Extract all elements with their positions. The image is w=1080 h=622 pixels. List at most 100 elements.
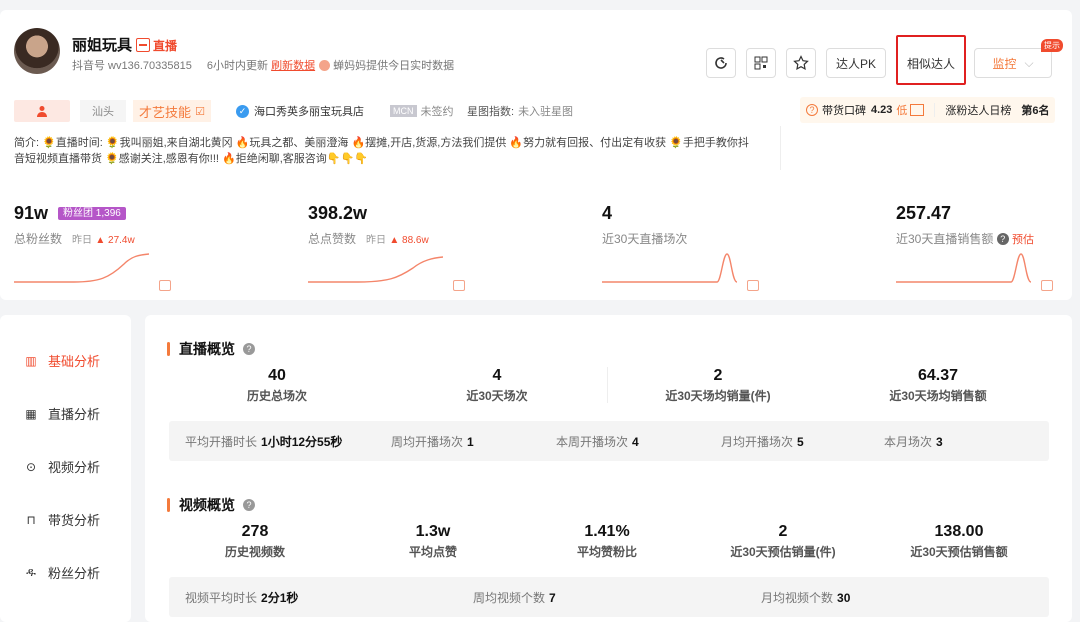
kpi-value: 138.00: [934, 523, 984, 540]
rank-value: 第6名: [1021, 105, 1050, 117]
sidebar-item-fans[interactable]: ዱ 粉丝分析: [24, 563, 100, 582]
fans-sparkline: [14, 253, 149, 283]
kpi-label: 近30天预估销量(件): [730, 545, 836, 559]
question-icon: ?: [806, 104, 818, 116]
sidebar-item-video[interactable]: ⊙ 视频分析: [24, 457, 100, 476]
live-overview-title: 直播概览?: [167, 339, 255, 359]
star-icon[interactable]: [786, 48, 816, 78]
divider: [934, 103, 936, 117]
intro-line-1: 简介: 🌻直播时间: 🌻我叫丽姐,来自湖北黄冈 🔥玩具之都、美丽澄海 🔥摆摊,开…: [14, 137, 749, 149]
video-detail-bar: 视频平均时长 2分1秒 周均视频个数 7 月均视频个数 30: [169, 577, 1049, 617]
kpi-value: 2: [778, 523, 788, 540]
mcn-tag: MCN 未签约: [390, 100, 454, 122]
yesterday-label: 昨日: [72, 235, 93, 246]
mcn-status: 未签约: [420, 106, 454, 118]
provider-icon: [319, 60, 331, 71]
trend-icon[interactable]: [159, 280, 171, 291]
divider: [607, 367, 608, 403]
yesterday-label: 昨日: [366, 235, 387, 246]
qrcode-icon[interactable]: [746, 48, 776, 78]
question-icon[interactable]: ?: [243, 499, 255, 511]
verified-icon: ✓: [236, 104, 249, 118]
question-icon[interactable]: ?: [996, 233, 1009, 245]
stat-likes-label: 总点赞数: [308, 232, 357, 246]
detail-value: 7: [549, 590, 556, 605]
shop-tag[interactable]: ✓ 海口秀英多丽宝玩具店: [236, 100, 364, 122]
trend-icon[interactable]: [1041, 280, 1053, 291]
refresh-data-link[interactable]: 刷新数据: [271, 60, 315, 72]
kpi-label: 近30天预估销售额: [910, 545, 1008, 559]
live-count-sparkline: [602, 253, 737, 283]
detail-value: 2分1秒: [261, 590, 299, 605]
video-kpi-avg-likes: 1.3w 平均点赞: [363, 523, 503, 560]
video-overview-title: 视频概览?: [167, 495, 255, 515]
provider-text: 蝉妈妈提供今日实时数据: [333, 60, 455, 72]
edit-icon: ☑: [195, 105, 205, 118]
kpi-label: 近30天场均销量(件): [665, 389, 771, 403]
kpi-label: 平均点赞: [408, 545, 457, 559]
video-kpi-total: 278 历史视频数: [185, 523, 325, 560]
likes-sparkline: [308, 256, 443, 283]
detail-value: 4: [632, 434, 639, 449]
sidebar-item-sales[interactable]: ⊓ 带货分析: [24, 510, 100, 529]
detail-label: 月均视频个数: [761, 590, 834, 605]
detail-value: 3: [936, 434, 943, 449]
monitor-button[interactable]: 监控 ⌵: [974, 48, 1052, 78]
user-icon: [14, 100, 70, 122]
kpi-value: 4: [492, 367, 502, 384]
talent-tag[interactable]: 才艺技能 ☑: [133, 100, 211, 122]
detail-label: 周均开播场次: [391, 434, 464, 449]
refresh-icon[interactable]: [706, 48, 736, 78]
star-index: 星图指数: 未入驻星图: [467, 100, 573, 122]
live-overview-title-text: 直播概览: [179, 341, 235, 357]
chevron-down-icon: ⌵: [1024, 55, 1034, 70]
detail-item: 月均开播场次 5: [721, 433, 804, 450]
stat-fans-label: 总粉丝数: [14, 232, 63, 246]
live-kpi-30d: 4 近30天场次: [417, 367, 577, 404]
detail-value: 30: [837, 590, 851, 605]
trend-icon[interactable]: [453, 280, 465, 291]
stat-likes-value: 398.2w: [308, 203, 368, 223]
talent-label: 才艺技能: [139, 104, 192, 120]
update-text: 6小时内更新: [206, 60, 269, 72]
pk-button[interactable]: 达人PK: [826, 48, 886, 78]
play-icon: ⊙: [25, 459, 37, 474]
stat-live-count: 4 近30天直播场次: [602, 203, 687, 247]
city-tag: 汕头: [80, 100, 126, 122]
fans-club-badge[interactable]: 粉丝团 1,396: [58, 207, 126, 220]
detail-item: 本月场次 3: [884, 433, 943, 450]
video-kpi-volume: 2 近30天预估销量(件): [713, 523, 853, 560]
trend-icon[interactable]: [747, 280, 759, 291]
detail-value: 1小时12分55秒: [261, 434, 343, 449]
sidebar-item-label: 粉丝分析: [48, 566, 101, 581]
detail-item: 月均视频个数 30: [761, 589, 850, 606]
trend-chart-icon[interactable]: [910, 104, 925, 116]
live-kpi-avg-sales: 64.37 近30天场均销售额: [858, 367, 1018, 404]
sidebar-item-live[interactable]: ▦ 直播分析: [24, 404, 100, 423]
video-kpi-like-fan-ratio: 1.41% 平均赞粉比: [537, 523, 677, 560]
live-detail-bar: 平均开播时长 1小时12分55秒 周均开播场次 1 本周开播场次 4 月均开播场次 5 …: [169, 421, 1049, 461]
sidebar-item-label: 直播分析: [48, 407, 101, 422]
video-kpi-sales: 138.00 近30天预估销售额: [889, 523, 1029, 560]
question-icon[interactable]: ?: [243, 343, 255, 355]
highlight-box: [896, 35, 966, 85]
detail-label: 月均开播场次: [721, 434, 794, 449]
analysis-panel: 直播概览? 40 历史总场次 4 近30天场次 2 近30天场均销量(件) 64…: [145, 315, 1072, 622]
sidebar: ▥ 基础分析 ▦ 直播分析 ⊙ 视频分析 ⊓ 带货分析 ዱ 粉丝分析: [0, 315, 131, 622]
monitor-label: 监控: [992, 56, 1017, 71]
shop-badge-icon: [136, 38, 151, 52]
account-id: 抖音号 wv136.70335815: [72, 60, 192, 72]
reputation-label: 带货口碑: [822, 105, 866, 117]
detail-label: 本月场次: [884, 434, 933, 449]
kpi-label: 平均赞粉比: [576, 545, 637, 559]
sidebar-item-basic[interactable]: ▥ 基础分析: [24, 351, 100, 370]
kpi-label: 近30天场次: [466, 389, 528, 403]
stat-live-sales-value: 257.47: [896, 203, 952, 223]
avatar[interactable]: [14, 28, 60, 74]
profile-name: 丽姐玩具: [72, 37, 133, 54]
stat-live-sales-label: 近30天直播销售额: [896, 232, 994, 246]
kpi-label: 历史总场次: [246, 389, 307, 403]
stat-likes-delta: ▲ 88.6w: [389, 235, 429, 246]
bag-icon: ⊓: [26, 512, 36, 527]
stat-live-count-value: 4: [602, 203, 613, 223]
